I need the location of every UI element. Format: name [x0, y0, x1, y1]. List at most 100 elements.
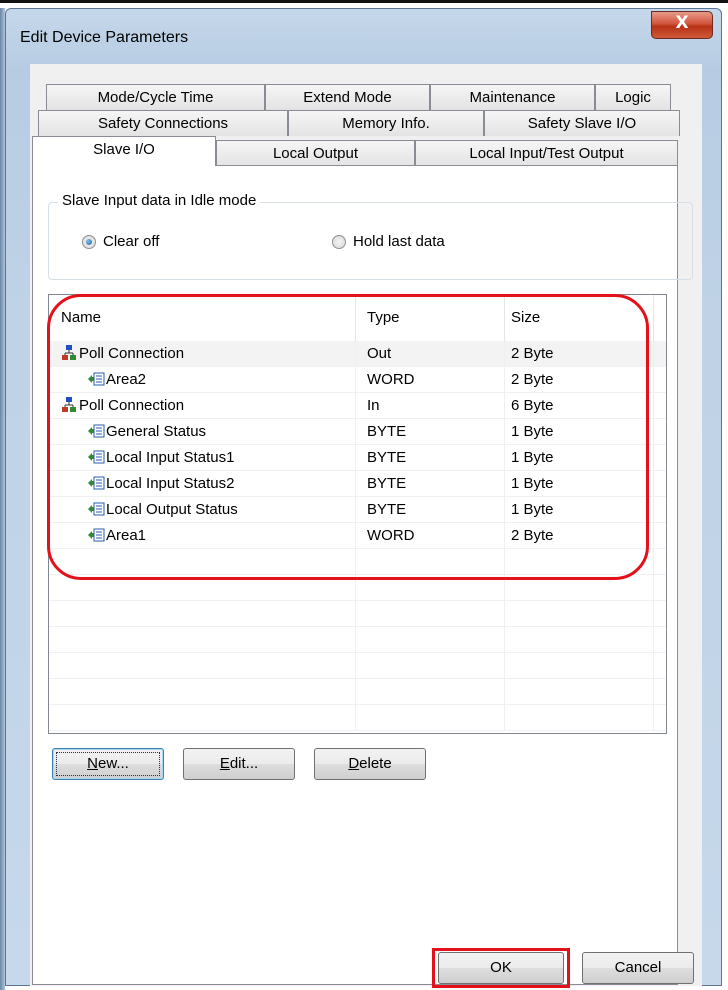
radio-hold-last-data[interactable]: Hold last data — [332, 233, 445, 250]
column-header-size[interactable]: Size — [505, 295, 654, 341]
edit-button[interactable]: Edit... — [183, 748, 295, 780]
cell-size — [505, 627, 654, 653]
table-row — [49, 549, 666, 575]
cell-name: Local Output Status — [49, 497, 356, 523]
tab-local-output[interactable]: Local Output — [216, 140, 415, 166]
cell-name: Local Input Status1 — [49, 445, 356, 471]
table-row[interactable]: Area2 WORD 2 Byte — [49, 367, 666, 393]
table-row[interactable]: General Status BYTE 1 Byte — [49, 419, 666, 445]
table-row[interactable]: Local Output Status BYTE 1 Byte — [49, 497, 666, 523]
row-name-text: Local Output Status — [106, 501, 238, 518]
cell-size: 1 Byte — [505, 419, 654, 445]
row-name-text: Local Input Status2 — [106, 475, 235, 492]
cancel-button-label: Cancel — [614, 959, 662, 976]
tab-label: Safety Connections — [97, 115, 229, 132]
radio-clear-off[interactable]: Clear off — [82, 233, 159, 250]
table-row[interactable]: Area1 WORD 2 Byte — [49, 523, 666, 549]
list-header: Name Type Size — [49, 295, 666, 342]
tab-safety-slave-io[interactable]: Safety Slave I/O — [484, 110, 680, 136]
tab-label: Mode/Cycle Time — [97, 89, 214, 106]
radio-selected-icon — [82, 234, 96, 249]
cell-size: 2 Byte — [505, 523, 654, 549]
cell-name — [49, 549, 356, 575]
io-area-icon — [87, 371, 106, 388]
table-row[interactable]: Poll Connection Out 2 Byte — [49, 341, 666, 367]
io-area-icon — [87, 501, 106, 518]
tab-label: Memory Info. — [342, 115, 430, 132]
tab-label: Safety Slave I/O — [527, 115, 637, 132]
close-button[interactable]: X — [651, 11, 713, 39]
tab-extend-mode[interactable]: Extend Mode — [265, 84, 430, 110]
cell-size: 2 Byte — [505, 341, 654, 367]
tab-label: Logic — [615, 89, 651, 106]
cell-name — [49, 679, 356, 705]
tab-safety-connections[interactable]: Safety Connections — [38, 110, 288, 136]
cell-type — [356, 627, 505, 653]
cell-type — [356, 575, 505, 601]
cell-size — [505, 601, 654, 627]
cell-size: 1 Byte — [505, 471, 654, 497]
cell-name — [49, 653, 356, 679]
cell-size — [505, 653, 654, 679]
ok-button[interactable]: OK — [438, 952, 564, 984]
tab-label: Local Input/Test Output — [469, 145, 624, 162]
tab-label: Slave I/O — [93, 141, 155, 158]
edit-button-label: dit... — [229, 755, 259, 772]
cell-name: Poll Connection — [49, 341, 356, 367]
tab-label: Extend Mode — [303, 89, 392, 106]
table-row — [49, 601, 666, 627]
cell-type — [356, 601, 505, 627]
cell-type — [356, 549, 505, 575]
tab-memory-info[interactable]: Memory Info. — [288, 110, 484, 136]
tab-mode-cycle-time[interactable]: Mode/Cycle Time — [46, 84, 265, 110]
tab-logic[interactable]: Logic — [595, 84, 671, 110]
delete-button[interactable]: Delete — [314, 748, 426, 780]
connection-icon — [61, 345, 79, 362]
cell-type: WORD — [356, 523, 505, 549]
tab-maintenance[interactable]: Maintenance — [430, 84, 595, 110]
slave-io-list[interactable]: Name Type Size Poll Connection Out 2 Byte A… — [48, 294, 667, 734]
cell-name: Area1 — [49, 523, 356, 549]
io-area-icon — [87, 423, 106, 440]
cancel-button[interactable]: Cancel — [582, 952, 694, 984]
cell-name — [49, 575, 356, 601]
cell-size — [505, 679, 654, 705]
table-row — [49, 627, 666, 653]
table-row — [49, 679, 666, 705]
ok-button-label: OK — [490, 959, 512, 976]
cell-size: 2 Byte — [505, 367, 654, 393]
table-row[interactable]: Local Input Status1 BYTE 1 Byte — [49, 445, 666, 471]
radio-hold-last-data-label: Hold last data — [353, 233, 445, 250]
edit-accesskey: E — [219, 755, 230, 772]
table-row[interactable]: Poll Connection In 6 Byte — [49, 393, 666, 419]
table-row — [49, 705, 666, 731]
cell-type: BYTE — [356, 471, 505, 497]
cell-name: Poll Connection — [49, 393, 356, 419]
title-bar[interactable]: Edit Device Parameters X — [6, 9, 721, 57]
new-button[interactable]: New... — [52, 748, 164, 780]
row-name-text: Poll Connection — [79, 397, 185, 414]
column-header-name[interactable]: Name — [49, 295, 356, 341]
io-area-icon — [87, 449, 106, 466]
column-header-type[interactable]: Type — [356, 295, 505, 341]
cell-name — [49, 627, 356, 653]
window-title: Edit Device Parameters — [20, 29, 189, 46]
tab-label: Local Output — [272, 145, 359, 162]
radio-clear-off-label: Clear off — [103, 233, 160, 250]
cell-name: Local Input Status2 — [49, 471, 356, 497]
delete-accesskey: D — [348, 755, 360, 772]
connection-icon — [61, 397, 79, 414]
row-name-text: Area2 — [106, 371, 147, 388]
idle-mode-group-label: Slave Input data in Idle mode — [58, 192, 261, 209]
table-row[interactable]: Local Input Status2 BYTE 1 Byte — [49, 471, 666, 497]
table-row — [49, 653, 666, 679]
cell-size: 6 Byte — [505, 393, 654, 419]
cell-type: WORD — [356, 367, 505, 393]
row-name-text: Poll Connection — [79, 345, 185, 362]
cell-type — [356, 679, 505, 705]
tab-local-input-test-output[interactable]: Local Input/Test Output — [415, 140, 678, 166]
cell-name: Area2 — [49, 367, 356, 393]
cell-type: BYTE — [356, 445, 505, 471]
delete-button-label: elete — [359, 755, 392, 772]
tab-slave-io[interactable]: Slave I/O — [32, 136, 216, 166]
